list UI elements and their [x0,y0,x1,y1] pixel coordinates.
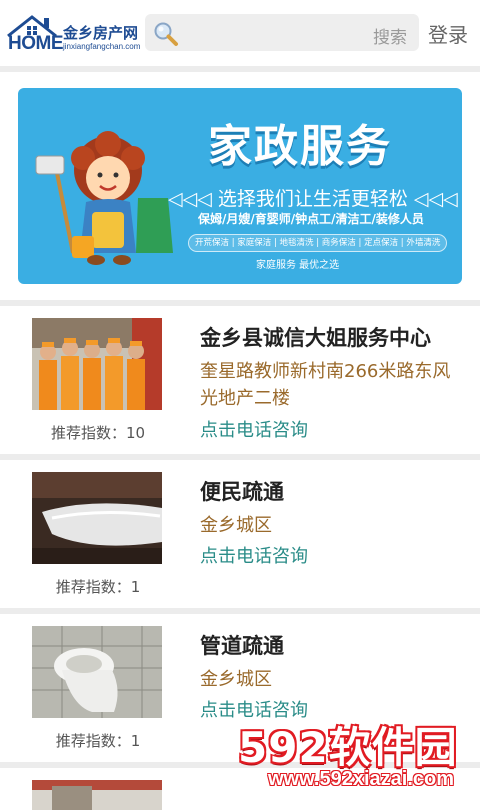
listing-name[interactable]: 金乡县诚信大姐服务中心 [200,322,431,352]
login-button[interactable]: 登录 [428,19,468,48]
divider [0,66,480,72]
watermark-brand: 592软件园 [238,723,458,772]
listing-photo[interactable] [32,780,162,810]
toilet-photo [32,626,162,718]
search-placeholder: 搜索 [373,28,407,48]
listing-address: 金乡城区 [200,515,272,536]
housekeeping-banner[interactable]: 家政服务 ◁◁◁ 选择我们让生活更轻松 ◁◁◁ 保姆/月嫂/育婴师/钟点工/清洁… [18,88,462,284]
listing-name[interactable]: 管道疏通 [200,630,284,660]
listing-address: 金乡城区 [200,669,272,690]
listing-name[interactable]: 便民疏通 [200,476,284,506]
call-link[interactable]: 点击电话咨询 [200,416,308,442]
listing-photo[interactable] [32,472,162,564]
search-input[interactable]: 搜索 [145,14,419,51]
site-logo[interactable]: HOME 金乡房产网 jinxiangfangchan.com [6,14,140,54]
logo-domain: jinxiangfangchan.com [63,42,141,51]
staff-group-photo [32,318,162,410]
listing-photo-partial [32,780,162,810]
cleaning-lady-illustration [35,131,173,265]
watermark-url: www.592xiazai.com [268,768,455,790]
listing-photo[interactable] [32,318,162,410]
list-item[interactable]: 推荐指数：10 金乡县诚信大姐服务中心 奎星路教师新村南266米路东风光地产二楼… [0,306,480,460]
logo-site-name: 金乡房产网 [63,24,139,42]
banner-title: 家政服务 [208,121,392,172]
logo-home-text: HOME [8,33,64,54]
search-icon [154,22,178,46]
recommend-index: 推荐指数：1 [55,732,141,750]
recommend-index: 推荐指数：1 [55,578,141,596]
list-item[interactable]: 推荐指数：1 便民疏通 金乡城区 点击电话咨询 [0,460,480,614]
banner-motto: 家庭服务 最优之选 [256,260,340,271]
banner-services: 保姆/月嫂/育婴师/钟点工/清洁工/装修人员 [198,212,424,226]
banner-slogan: ◁◁◁ 选择我们让生活更轻松 ◁◁◁ [168,188,458,210]
app-header: HOME 金乡房产网 jinxiangfangchan.com 搜索 登录 [0,0,480,66]
site-watermark: 592软件园 www.592xiazai.com [238,712,476,796]
recommend-index: 推荐指数：10 [50,424,146,442]
call-link[interactable]: 点击电话咨询 [200,542,308,568]
drain-pipe-photo [32,472,162,564]
listing-address: 奎星路教师新村南266米路东风光地产二楼 [200,361,451,409]
listing-photo[interactable] [32,626,162,718]
banner-service-pills: 开荒保洁 | 家庭保洁 | 地毯清洗 | 商务保洁 | 定点保洁 | 外墙清洗 [188,234,448,252]
